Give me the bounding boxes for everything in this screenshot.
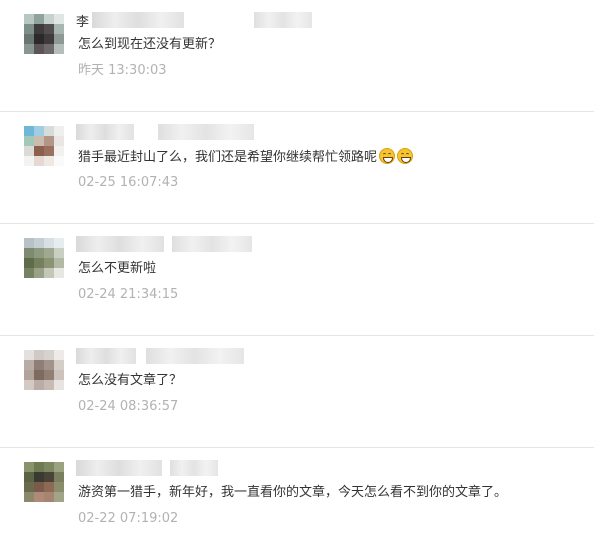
blurred-name: [170, 460, 218, 476]
username[interactable]: [76, 122, 296, 142]
avatar[interactable]: [24, 238, 64, 278]
comment-time: 02-25 16:07:43: [78, 175, 179, 190]
blurred-name: [92, 12, 184, 28]
comment-item: 怎么没有文章了？ 02-24 08:36:57: [0, 336, 594, 448]
comment-time: 02-22 07:19:02: [78, 511, 179, 526]
avatar[interactable]: [24, 462, 64, 502]
blurred-name: [172, 236, 252, 252]
avatar[interactable]: [24, 14, 64, 54]
username-initial: 李: [76, 15, 90, 30]
comment-text: 怎么到现在还没有更新？: [78, 37, 222, 52]
comment-text: 怎么不更新啦: [78, 261, 157, 276]
blurred-name: [146, 348, 244, 364]
username[interactable]: [76, 234, 296, 254]
comment-time: 02-24 08:36:57: [78, 399, 179, 414]
comment-item: 怎么不更新啦 02-24 21:34:15: [0, 224, 594, 336]
comment-text: 猎手最近封山了么，我们还是希望你继续帮忙领路呢: [78, 148, 414, 167]
username[interactable]: [76, 346, 296, 366]
blurred-name: [254, 12, 312, 28]
comment-text: 怎么没有文章了？: [78, 373, 183, 388]
comment-item: 猎手最近封山了么，我们还是希望你继续帮忙领路呢 02-25 16:07:43: [0, 112, 594, 224]
blurred-name: [76, 460, 162, 476]
blurred-name: [158, 124, 254, 140]
grin-emoji-icon: [397, 148, 414, 164]
comment-time: 昨天 13:30:03: [78, 63, 167, 78]
comment-text: 游资第一猎手，新年好，我一直看你的文章，今天怎么看不到你的文章了。: [78, 485, 508, 500]
avatar[interactable]: [24, 126, 64, 166]
avatar[interactable]: [24, 350, 64, 390]
username[interactable]: 李: [76, 10, 312, 30]
blurred-name: [76, 236, 164, 252]
comment-list: 李 怎么到现在还没有更新？ 昨天 13:30:03 猎手最近封山了么，我们还是希…: [0, 0, 594, 543]
comment-time: 02-24 21:34:15: [78, 287, 179, 302]
blurred-name: [76, 348, 136, 364]
comment-item: 李 怎么到现在还没有更新？ 昨天 13:30:03: [0, 0, 594, 112]
username[interactable]: [76, 458, 296, 478]
comment-item: 游资第一猎手，新年好，我一直看你的文章，今天怎么看不到你的文章了。 02-22 …: [0, 448, 594, 543]
grin-emoji-icon: [379, 148, 396, 164]
comment-text-body: 猎手最近封山了么，我们还是希望你继续帮忙领路呢: [78, 150, 378, 165]
blurred-name: [76, 124, 134, 140]
